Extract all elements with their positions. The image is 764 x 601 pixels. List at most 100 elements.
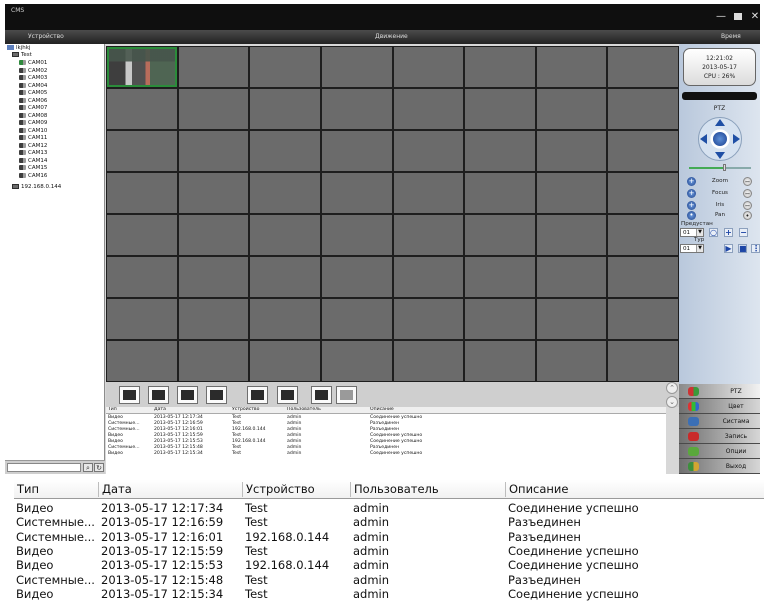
video-cell[interactable] [393,47,464,87]
video-cell[interactable] [536,173,607,213]
ptz-center-button[interactable] [713,132,727,146]
video-cell[interactable] [178,299,249,339]
tree-camera[interactable]: CAM04 [19,82,47,90]
video-cell[interactable] [250,215,320,255]
tree-camera[interactable]: CAM03 [19,75,47,82]
video-cell[interactable] [393,257,464,297]
video-cell[interactable] [107,341,177,381]
tree-camera[interactable]: CAM09 [19,120,47,127]
video-cell[interactable] [465,215,535,255]
video-cell[interactable] [536,47,607,87]
video-cell[interactable] [321,131,392,171]
col-description[interactable]: Описание [505,482,568,497]
video-cell[interactable] [107,257,177,297]
video-cell[interactable] [107,215,177,255]
preset-select[interactable]: 01 ▼ [680,228,704,237]
video-cell[interactable] [608,131,678,171]
video-cell[interactable] [107,299,177,339]
col-type[interactable]: Тип [14,482,39,497]
video-cell[interactable] [465,47,535,87]
video-cell[interactable] [608,341,678,381]
layout-9-button[interactable] [177,386,198,404]
tree-root[interactable]: lkjhkj [7,45,30,52]
tree-camera[interactable]: CAM01 [19,60,47,67]
video-cell[interactable] [321,89,392,129]
video-cell[interactable] [608,173,678,213]
small-log-col[interactable]: Тип [108,407,117,412]
refresh-button[interactable]: ↻ [94,463,104,472]
video-cell[interactable] [608,257,678,297]
ptz-up-icon[interactable] [715,119,725,126]
video-cell[interactable] [321,47,392,87]
layout-64-button[interactable] [311,386,332,404]
video-cell[interactable] [178,215,249,255]
video-cell[interactable] [250,341,320,381]
slider-handle[interactable] [723,164,726,171]
small-log-col[interactable]: Описание [370,407,394,412]
fullscreen-button[interactable] [336,386,357,404]
menu-system[interactable]: Систама [679,414,760,429]
video-cell[interactable] [608,299,678,339]
video-cell[interactable] [608,47,678,87]
layout-16-button[interactable] [206,386,227,404]
log-table-row[interactable]: Системные... 2013-05-17 12:16:01 192.168.0… [14,530,764,545]
col-user[interactable]: Пользователь [350,482,439,497]
tree-camera[interactable]: CAM02 [19,67,47,75]
video-cell[interactable] [178,89,249,129]
tour-select[interactable]: 01 ▼ [680,244,704,253]
video-cell[interactable] [250,89,320,129]
ptz-down-icon[interactable] [715,152,725,159]
tree-camera[interactable]: CAM14 [19,157,47,165]
video-cell[interactable] [465,173,535,213]
tree-camera[interactable]: CAM06 [19,97,47,105]
maximize-button[interactable] [732,11,744,23]
video-cell[interactable] [393,173,464,213]
col-date[interactable]: Дата [98,482,132,497]
video-cell[interactable] [465,299,535,339]
tree-camera[interactable]: CAM10 [19,127,47,135]
menu-record[interactable]: Запись [679,429,760,444]
preset-remove-button[interactable]: − [739,228,748,237]
tree-camera[interactable]: CAM13 [19,150,47,157]
tour-stop-button[interactable]: ■ [738,244,747,253]
layout-36-button[interactable] [277,386,298,404]
log-table-row[interactable]: Видео 2013-05-17 12:17:34 Test admin Соедине… [14,501,764,516]
video-cell[interactable] [393,299,464,339]
tour-grid-button[interactable]: ⋮ [751,244,760,253]
ptz-right-icon[interactable] [733,134,740,144]
ptz-joystick[interactable] [698,117,742,161]
minimize-button[interactable]: — [715,11,727,23]
video-cell[interactable] [178,341,249,381]
video-cell[interactable] [393,341,464,381]
video-cell[interactable] [393,89,464,129]
video-cell[interactable] [107,89,177,129]
pan-stop-button[interactable]: • [743,211,752,220]
zoom-out-button[interactable]: − [743,177,752,186]
video-cell[interactable] [250,173,320,213]
tree-device-test[interactable]: Test [12,52,32,59]
tree-camera[interactable]: CAM07 [19,105,47,112]
tree-device-192-168-0-144[interactable]: 192.168.0.144 [12,184,61,191]
video-cell[interactable] [393,215,464,255]
tree-camera[interactable]: CAM12 [19,142,47,150]
tour-play-button[interactable]: ▶ [724,244,733,253]
search-button[interactable]: ⌕ [83,463,93,472]
video-cell[interactable] [465,89,535,129]
video-cell[interactable] [250,257,320,297]
log-table-row[interactable]: Системные... 2013-05-17 12:15:48 Test admin… [14,573,764,588]
log-table-row[interactable]: Видео 2013-05-17 12:15:59 Test admin Соедине… [14,544,764,559]
ptz-speed-slider[interactable] [689,164,751,171]
video-cell[interactable] [536,341,607,381]
video-cell[interactable] [250,131,320,171]
preset-goto-button[interactable]: ○ [709,228,718,237]
video-cell[interactable] [250,47,320,87]
layout-4-button[interactable] [148,386,169,404]
video-cell[interactable] [536,131,607,171]
video-cell[interactable] [107,173,177,213]
scroll-up-button[interactable]: ⌃ [666,382,678,394]
preset-add-button[interactable]: + [724,228,733,237]
video-cell[interactable] [178,47,249,87]
menu-options[interactable]: Опции [679,444,760,459]
ptz-left-icon[interactable] [700,134,707,144]
video-cell[interactable] [321,299,392,339]
